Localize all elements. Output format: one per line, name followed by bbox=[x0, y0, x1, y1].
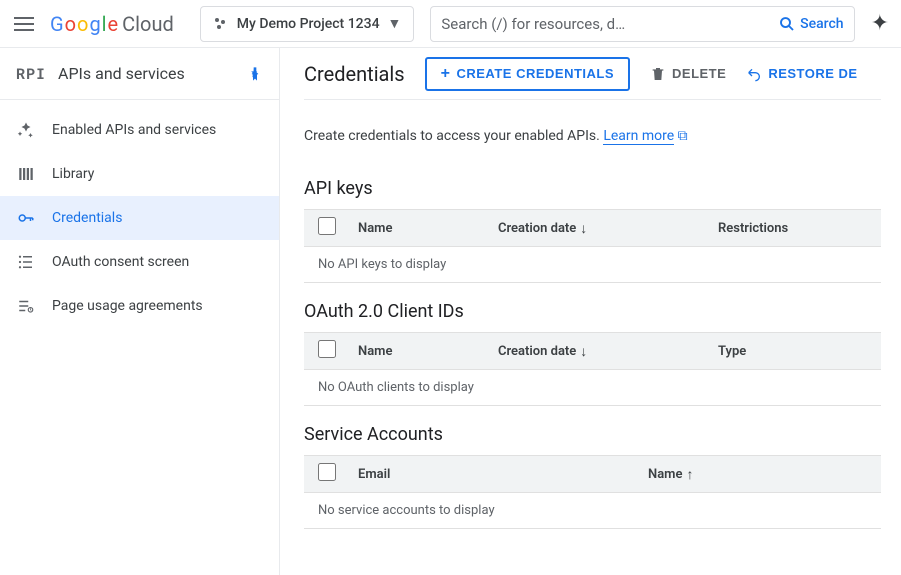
col-name[interactable]: Name bbox=[358, 344, 498, 359]
external-link-icon: ⧉ bbox=[678, 128, 688, 144]
hamburger-menu[interactable] bbox=[12, 12, 36, 36]
sidebar-item-label: Library bbox=[52, 166, 94, 182]
caret-down-icon: ▼ bbox=[388, 15, 402, 32]
col-creation-date[interactable]: Creation date ↓ bbox=[498, 220, 718, 237]
consent-icon bbox=[16, 252, 36, 272]
google-cloud-logo[interactable]: GoogleCloud bbox=[50, 12, 174, 36]
trash-icon bbox=[650, 66, 666, 82]
section-sa-title: Service Accounts bbox=[304, 424, 881, 445]
key-icon bbox=[16, 208, 36, 228]
project-icon bbox=[213, 16, 229, 32]
sidebar-item-label: Enabled APIs and services bbox=[52, 122, 216, 138]
search-icon bbox=[778, 15, 796, 33]
sa-empty: No service accounts to display bbox=[304, 493, 881, 529]
sidebar-item-credentials[interactable]: Credentials bbox=[0, 196, 279, 240]
intro-text: Create credentials to access your enable… bbox=[304, 100, 881, 160]
library-icon bbox=[16, 164, 36, 184]
project-selector[interactable]: My Demo Project 1234 ▼ bbox=[200, 6, 415, 42]
oauth-empty: No OAuth clients to display bbox=[304, 370, 881, 406]
search-input[interactable]: Search (/) for resources, d… bbox=[441, 15, 772, 33]
sidebar-item-agreements[interactable]: Page usage agreements bbox=[0, 284, 279, 328]
api-keys-select-all[interactable] bbox=[318, 217, 336, 235]
api-keys-empty: No API keys to display bbox=[304, 247, 881, 283]
enabled-apis-icon bbox=[16, 120, 36, 140]
section-api-keys-title: API keys bbox=[304, 178, 881, 199]
delete-button[interactable]: DELETE bbox=[650, 66, 726, 82]
sa-select-all[interactable] bbox=[318, 463, 336, 481]
sort-desc-icon: ↓ bbox=[580, 220, 587, 237]
sort-desc-icon: ↓ bbox=[580, 343, 587, 360]
col-name[interactable]: Name bbox=[358, 221, 498, 236]
col-type[interactable]: Type bbox=[718, 344, 867, 359]
sa-table-header: Email Name ↑ bbox=[304, 455, 881, 493]
sidebar-item-oauth-consent[interactable]: OAuth consent screen bbox=[0, 240, 279, 284]
sidebar-title: APIs and services bbox=[58, 64, 235, 83]
sidebar-item-label: Page usage agreements bbox=[52, 298, 203, 314]
section-oauth-title: OAuth 2.0 Client IDs bbox=[304, 301, 881, 322]
pin-icon[interactable] bbox=[247, 66, 263, 82]
sidebar-item-label: Credentials bbox=[52, 210, 122, 226]
page-title: Credentials bbox=[304, 62, 405, 86]
col-restrictions[interactable]: Restrictions bbox=[718, 221, 867, 236]
api-keys-table-header: Name Creation date ↓ Restrictions bbox=[304, 209, 881, 247]
search-box[interactable]: Search (/) for resources, d… Search bbox=[430, 6, 854, 42]
undo-icon bbox=[746, 66, 762, 82]
search-button[interactable]: Search bbox=[778, 15, 843, 33]
sparkle-icon[interactable]: ✦ bbox=[871, 11, 889, 36]
oauth-table-header: Name Creation date ↓ Type bbox=[304, 332, 881, 370]
api-badge-icon: RPI bbox=[16, 64, 46, 84]
plus-icon: + bbox=[441, 66, 451, 82]
agreements-icon bbox=[16, 296, 36, 316]
create-credentials-button[interactable]: + CREATE CREDENTIALS bbox=[425, 57, 630, 91]
col-email[interactable]: Email bbox=[358, 467, 648, 482]
sidebar-header: RPI APIs and services bbox=[0, 48, 279, 100]
sort-asc-icon: ↑ bbox=[686, 466, 693, 483]
col-creation-date[interactable]: Creation date ↓ bbox=[498, 343, 718, 360]
project-name: My Demo Project 1234 bbox=[237, 16, 380, 32]
sidebar-item-library[interactable]: Library bbox=[0, 152, 279, 196]
sidebar-item-enabled-apis[interactable]: Enabled APIs and services bbox=[0, 108, 279, 152]
restore-button[interactable]: RESTORE DE bbox=[746, 66, 857, 82]
oauth-select-all[interactable] bbox=[318, 340, 336, 358]
col-name[interactable]: Name ↑ bbox=[648, 466, 867, 483]
sidebar-item-label: OAuth consent screen bbox=[52, 254, 189, 270]
learn-more-link[interactable]: Learn more bbox=[603, 128, 674, 145]
